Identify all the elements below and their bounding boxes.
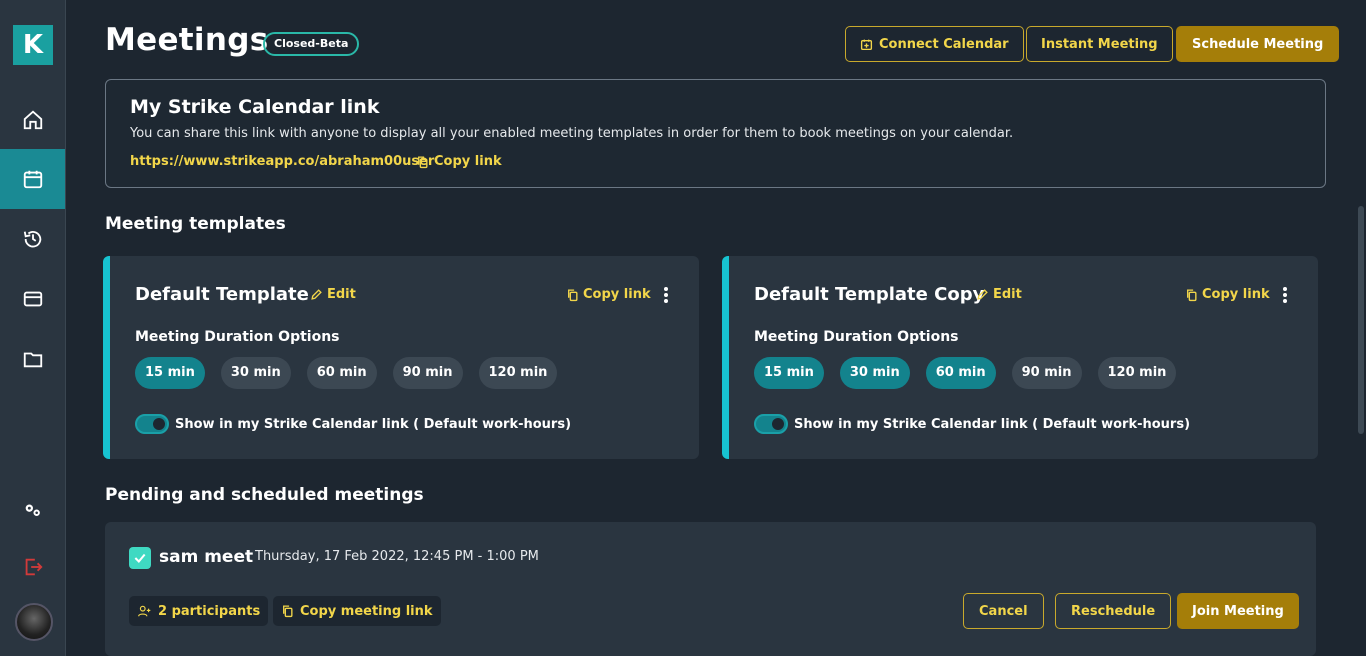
meeting-checkbox[interactable] xyxy=(129,547,151,569)
copy-icon xyxy=(1187,288,1197,301)
duration-pill-90[interactable]: 90 min xyxy=(392,357,463,389)
participants-label: 2 participants xyxy=(158,603,261,619)
home-icon xyxy=(23,110,42,130)
cancel-button[interactable]: Cancel xyxy=(963,593,1044,629)
copy-icon xyxy=(418,155,428,168)
app-logo[interactable]: K xyxy=(13,25,53,65)
connect-calendar-label: Connect Calendar xyxy=(879,36,1009,52)
connect-calendar-button[interactable]: Connect Calendar xyxy=(845,26,1024,62)
pencil-icon xyxy=(977,289,988,300)
show-in-link-toggle[interactable] xyxy=(754,414,788,434)
show-in-link-label: Show in my Strike Calendar link ( Defaul… xyxy=(794,416,1191,432)
meetings-section-title: Pending and scheduled meetings xyxy=(105,485,424,505)
duration-pill-120[interactable]: 120 min xyxy=(478,357,558,389)
duration-options: 15 min 30 min 60 min 90 min 120 min xyxy=(135,357,558,389)
duration-options-label: Meeting Duration Options xyxy=(754,329,959,345)
avatar[interactable] xyxy=(15,603,53,641)
sidebar-item-folder[interactable] xyxy=(0,329,65,389)
folder-icon xyxy=(23,352,42,368)
template-name: Default Template xyxy=(135,284,309,305)
calendar-link-panel: My Strike Calendar link You can share th… xyxy=(105,79,1326,188)
copy-icon xyxy=(283,605,293,618)
duration-pill-120[interactable]: 120 min xyxy=(1097,357,1177,389)
card-icon xyxy=(23,291,42,307)
sidebar-item-calendar[interactable] xyxy=(0,149,65,209)
calendar-link-title: My Strike Calendar link xyxy=(130,96,380,118)
join-meeting-button[interactable]: Join Meeting xyxy=(1177,593,1299,629)
edit-label: Edit xyxy=(327,287,356,302)
more-options-icon[interactable] xyxy=(663,287,669,303)
duration-pill-15[interactable]: 15 min xyxy=(135,357,205,389)
add-user-icon xyxy=(138,605,151,617)
edit-template-button[interactable]: Edit xyxy=(976,287,1022,302)
show-in-link-row: Show in my Strike Calendar link ( Defaul… xyxy=(135,414,571,434)
duration-pill-60[interactable]: 60 min xyxy=(306,357,377,389)
calendar-add-icon xyxy=(860,39,873,50)
meeting-time: Thursday, 17 Feb 2022, 12:45 PM - 1:00 P… xyxy=(255,549,539,564)
participants-chip[interactable]: 2 participants xyxy=(129,596,269,626)
copy-link-label: Copy link xyxy=(434,154,502,169)
logout-icon xyxy=(25,558,43,576)
copy-calendar-link-button[interactable]: Copy link xyxy=(416,154,502,169)
templates-section-title: Meeting templates xyxy=(105,214,286,234)
schedule-meeting-button[interactable]: Schedule Meeting xyxy=(1176,26,1340,62)
template-card: Default Template Copy Edit Copy link Mee… xyxy=(722,256,1318,459)
sidebar-item-history[interactable] xyxy=(0,209,65,269)
edit-label: Edit xyxy=(993,287,1022,302)
copy-meeting-link-label: Copy meeting link xyxy=(300,603,433,619)
duration-options: 15 min 30 min 60 min 90 min 120 min xyxy=(754,357,1177,389)
copy-template-link-button[interactable]: Copy link xyxy=(566,287,651,302)
duration-pill-90[interactable]: 90 min xyxy=(1011,357,1082,389)
copy-icon xyxy=(568,288,578,301)
reschedule-button[interactable]: Reschedule xyxy=(1055,593,1172,629)
meeting-card: sam meet Thursday, 17 Feb 2022, 12:45 PM… xyxy=(105,522,1316,656)
duration-pill-30[interactable]: 30 min xyxy=(220,357,291,389)
calendar-link-description: You can share this link with anyone to d… xyxy=(130,126,1014,141)
template-name: Default Template Copy xyxy=(754,284,985,305)
more-options-icon[interactable] xyxy=(1282,287,1288,303)
sidebar-item-card[interactable] xyxy=(0,269,65,329)
instant-meeting-button[interactable]: Instant Meeting xyxy=(1026,26,1173,62)
copy-meeting-link-button[interactable]: Copy meeting link xyxy=(273,596,441,626)
edit-template-button[interactable]: Edit xyxy=(310,287,356,302)
duration-pill-15[interactable]: 15 min xyxy=(754,357,824,389)
duration-options-label: Meeting Duration Options xyxy=(135,329,340,345)
show-in-link-label: Show in my Strike Calendar link ( Defaul… xyxy=(175,416,572,432)
calendar-link-url[interactable]: https://www.strikeapp.co/abraham00user xyxy=(130,154,434,169)
instant-meeting-label: Instant Meeting xyxy=(1041,36,1158,52)
sidebar-item-settings[interactable] xyxy=(0,480,65,540)
history-icon xyxy=(23,230,41,248)
status-badge: Closed-Beta xyxy=(263,32,360,56)
show-in-link-row: Show in my Strike Calendar link ( Defaul… xyxy=(754,414,1190,434)
scrollbar[interactable] xyxy=(1358,206,1364,434)
calendar-icon xyxy=(23,170,42,189)
copy-link-label: Copy link xyxy=(1202,287,1270,302)
sidebar-item-logout[interactable] xyxy=(0,537,65,597)
copy-template-link-button[interactable]: Copy link xyxy=(1185,287,1270,302)
sidebar: K xyxy=(0,0,66,656)
duration-pill-30[interactable]: 30 min xyxy=(839,357,910,389)
check-icon xyxy=(134,553,146,564)
copy-link-label: Copy link xyxy=(583,287,651,302)
meeting-title: sam meet xyxy=(159,547,254,567)
sidebar-item-home[interactable] xyxy=(0,90,65,150)
template-card: Default Template Edit Copy link Meeting … xyxy=(103,256,699,459)
settings-icon xyxy=(25,504,40,516)
schedule-meeting-label: Schedule Meeting xyxy=(1192,36,1324,52)
page-title: Meetings xyxy=(105,22,269,58)
pencil-icon xyxy=(311,289,322,300)
show-in-link-toggle[interactable] xyxy=(135,414,169,434)
duration-pill-60[interactable]: 60 min xyxy=(925,357,996,389)
